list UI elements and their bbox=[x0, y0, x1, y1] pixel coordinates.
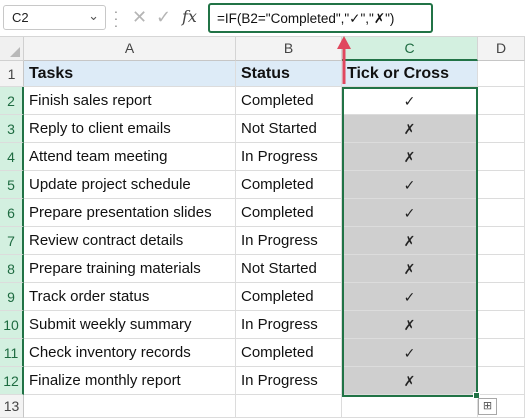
cancel-icon[interactable]: ✕ bbox=[132, 7, 147, 28]
cell-status[interactable]: Completed bbox=[236, 199, 342, 227]
cell-d[interactable] bbox=[478, 339, 525, 367]
row-header-4[interactable]: 4 bbox=[0, 143, 24, 171]
cell-task[interactable]: Finish sales report bbox=[24, 87, 236, 115]
cell-mark[interactable]: ✗ bbox=[342, 367, 478, 395]
cell-d[interactable] bbox=[478, 311, 525, 339]
cell-d[interactable] bbox=[478, 143, 525, 171]
cell-d[interactable] bbox=[478, 171, 525, 199]
cell-c13[interactable] bbox=[342, 395, 478, 418]
cell-b13[interactable] bbox=[236, 395, 342, 418]
row-header-11[interactable]: 11 bbox=[0, 339, 24, 367]
row-header-8[interactable]: 8 bbox=[0, 255, 24, 283]
formula-input[interactable]: =IF(B2="Completed","✓","✗") bbox=[208, 3, 433, 33]
cell-d[interactable] bbox=[478, 87, 525, 115]
column-header-b[interactable]: B bbox=[236, 37, 342, 61]
select-all-triangle-icon bbox=[10, 47, 20, 57]
cell-d[interactable] bbox=[478, 255, 525, 283]
cell-status[interactable]: Not Started bbox=[236, 255, 342, 283]
header-status[interactable]: Status bbox=[236, 61, 342, 87]
cell-mark[interactable]: ✓ bbox=[342, 199, 478, 227]
row-header-1[interactable]: 1 bbox=[0, 61, 24, 87]
cell-task[interactable]: Check inventory records bbox=[24, 339, 236, 367]
row-header-6[interactable]: 6 bbox=[0, 199, 24, 227]
row-header-2[interactable]: 2 bbox=[0, 87, 24, 115]
row-header-3[interactable]: 3 bbox=[0, 115, 24, 143]
cell-task[interactable]: Prepare presentation slides bbox=[24, 199, 236, 227]
column-header-c[interactable]: C bbox=[342, 37, 478, 61]
cell-a13[interactable] bbox=[24, 395, 236, 418]
cell-mark-active[interactable]: ✓ bbox=[342, 87, 478, 115]
cell-status[interactable]: Not Started bbox=[236, 115, 342, 143]
header-tick-or-cross[interactable]: Tick or Cross bbox=[342, 61, 478, 87]
cell-mark[interactable]: ✗ bbox=[342, 227, 478, 255]
column-header-a[interactable]: A bbox=[24, 37, 236, 61]
header-tasks[interactable]: Tasks bbox=[24, 61, 236, 87]
cell-mark[interactable]: ✗ bbox=[342, 115, 478, 143]
name-box[interactable]: C2 ⌄ bbox=[3, 5, 106, 30]
cell-d[interactable] bbox=[478, 283, 525, 311]
cell-d[interactable] bbox=[478, 199, 525, 227]
cell-status[interactable]: In Progress bbox=[236, 227, 342, 255]
cell-d[interactable] bbox=[478, 367, 525, 395]
cell-mark[interactable]: ✓ bbox=[342, 283, 478, 311]
formula-bar-area: C2 ⌄ · · · ✕ ✓ fx =IF(B2="Completed","✓","… bbox=[0, 0, 525, 37]
cell-mark[interactable]: ✗ bbox=[342, 311, 478, 339]
cell-mark[interactable]: ✗ bbox=[342, 255, 478, 283]
row-header-7[interactable]: 7 bbox=[0, 227, 24, 255]
more-options-icon[interactable]: · · · bbox=[113, 4, 119, 32]
quick-analysis-icon[interactable]: ⊞ bbox=[478, 398, 497, 415]
cell-task[interactable]: Update project schedule bbox=[24, 171, 236, 199]
formula-text: =IF(B2="Completed","✓","✗") bbox=[217, 11, 395, 26]
cell-status[interactable]: Completed bbox=[236, 339, 342, 367]
row-header-10[interactable]: 10 bbox=[0, 311, 24, 339]
cell-task[interactable]: Track order status bbox=[24, 283, 236, 311]
cell-status[interactable]: Completed bbox=[236, 171, 342, 199]
cell-task[interactable]: Prepare training materials bbox=[24, 255, 236, 283]
name-box-value: C2 bbox=[12, 10, 29, 25]
cell-mark[interactable]: ✗ bbox=[342, 143, 478, 171]
cell-status[interactable]: Completed bbox=[236, 87, 342, 115]
cell-mark[interactable]: ✓ bbox=[342, 339, 478, 367]
row-header-9[interactable]: 9 bbox=[0, 283, 24, 311]
cell-d1[interactable] bbox=[478, 61, 525, 87]
cell-task[interactable]: Attend team meeting bbox=[24, 143, 236, 171]
cell-d[interactable] bbox=[478, 227, 525, 255]
enter-icon[interactable]: ✓ bbox=[156, 7, 171, 28]
cell-status[interactable]: Completed bbox=[236, 283, 342, 311]
select-all-corner[interactable] bbox=[0, 37, 24, 61]
cell-status[interactable]: In Progress bbox=[236, 367, 342, 395]
chevron-down-icon[interactable]: ⌄ bbox=[88, 8, 99, 24]
cell-task[interactable]: Submit weekly summary bbox=[24, 311, 236, 339]
row-header-5[interactable]: 5 bbox=[0, 171, 24, 199]
cell-status[interactable]: In Progress bbox=[236, 143, 342, 171]
cell-task[interactable]: Reply to client emails bbox=[24, 115, 236, 143]
cell-status[interactable]: In Progress bbox=[236, 311, 342, 339]
cell-d[interactable] bbox=[478, 115, 525, 143]
row-header-13[interactable]: 13 bbox=[0, 395, 24, 418]
cell-task[interactable]: Review contract details bbox=[24, 227, 236, 255]
cell-task[interactable]: Finalize monthly report bbox=[24, 367, 236, 395]
row-header-12[interactable]: 12 bbox=[0, 367, 24, 395]
cell-mark[interactable]: ✓ bbox=[342, 171, 478, 199]
fx-icon[interactable]: fx bbox=[182, 7, 197, 26]
column-header-d[interactable]: D bbox=[478, 37, 525, 61]
